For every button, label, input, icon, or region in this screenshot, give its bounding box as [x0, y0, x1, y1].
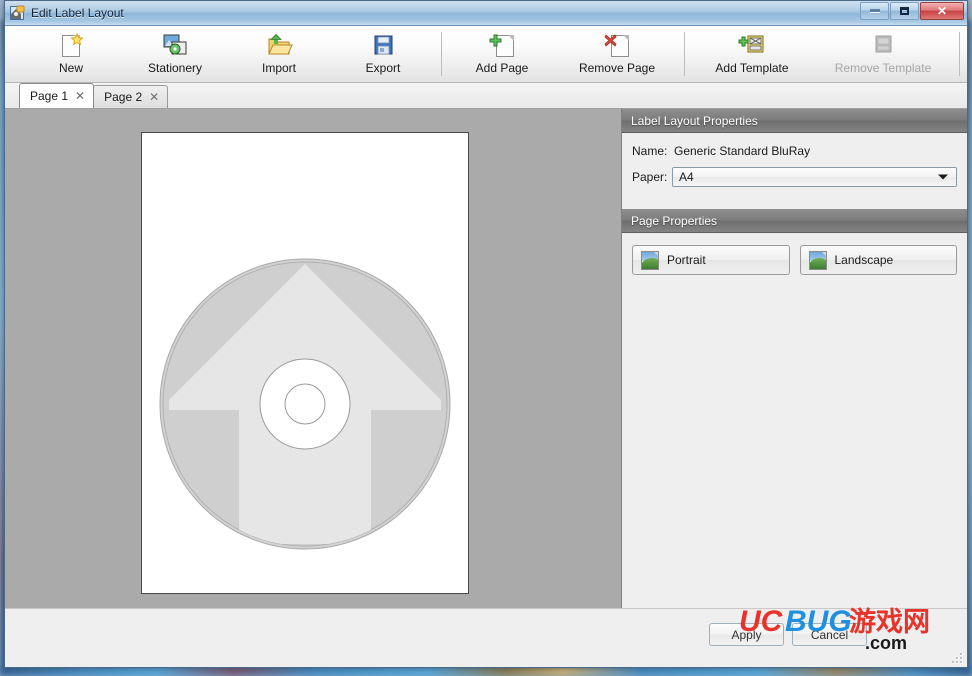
close-button[interactable]: ✕ [920, 2, 964, 20]
toolbar-button-export[interactable]: Export [331, 26, 435, 82]
maximize-icon [900, 7, 909, 15]
toolbar-separator [441, 32, 442, 76]
tab-page-2[interactable]: Page 2 ✕ [93, 85, 169, 108]
toolbar-label: Remove Page [578, 61, 656, 75]
toolbar-label: Remove Template [834, 61, 932, 75]
new-document-star-icon [57, 33, 85, 59]
toolbar-label: Stationery [147, 61, 203, 75]
landscape-image-icon [808, 250, 827, 270]
window-title: Edit Label Layout [31, 6, 124, 20]
toolbar-label: Add Page [475, 61, 529, 75]
bluray-disc-placeholder[interactable] [155, 254, 455, 554]
remove-template-icon [869, 33, 897, 59]
export-floppy-icon [369, 33, 397, 59]
portrait-label: Portrait [667, 253, 706, 267]
label-layout-properties-header: Label Layout Properties [622, 109, 967, 133]
label-layout-icon [9, 5, 25, 21]
paper-select-value: A4 [679, 170, 694, 184]
toolbar-button-import[interactable]: Import [227, 26, 331, 82]
window-body: Label Layout Properties Name: Generic St… [5, 109, 967, 639]
paper-select[interactable]: A4 [672, 167, 957, 187]
paper-label: Paper: [632, 170, 668, 184]
window-controls: ✕ [860, 2, 964, 20]
toolbar-button-add-template[interactable]: Add Template [691, 26, 813, 82]
tab-close-icon[interactable]: ✕ [75, 90, 85, 102]
name-label: Name: [632, 144, 668, 158]
resize-grip[interactable] [951, 652, 963, 664]
cancel-button[interactable]: Cancel [792, 623, 867, 646]
window-titlebar[interactable]: Edit Label Layout ✕ [5, 1, 967, 26]
toolbar-separator [684, 32, 685, 76]
edit-label-layout-window: Edit Label Layout ✕ New Stationery Impor… [4, 0, 968, 668]
properties-panel: Label Layout Properties Name: Generic St… [622, 109, 967, 639]
toolbar-button-stationery[interactable]: Stationery [123, 26, 227, 82]
minimize-button[interactable] [860, 2, 889, 20]
toolbar-button-remove-page[interactable]: Remove Page [556, 26, 678, 82]
toolbar-label: Export [365, 61, 401, 75]
toolbar-button-remove-template: Remove Template [813, 26, 953, 82]
add-template-icon [738, 33, 766, 59]
name-value: Generic Standard BluRay [674, 144, 811, 158]
main-toolbar: New Stationery Import Export Add Page Re… [5, 26, 967, 83]
import-folder-icon [265, 33, 293, 59]
name-row: Name: Generic Standard BluRay [622, 138, 967, 164]
stationery-icon [161, 33, 189, 59]
toolbar-label: Import [261, 61, 296, 75]
portrait-image-icon [641, 250, 659, 270]
portrait-button[interactable]: Portrait [632, 245, 790, 275]
paper-row: Paper: A4 [622, 164, 967, 190]
page-properties-header: Page Properties [622, 209, 967, 233]
toolbar-button-add-page[interactable]: Add Page [448, 26, 556, 82]
label-canvas[interactable] [5, 109, 622, 639]
toolbar-label: Add Template [715, 61, 789, 75]
toolbar-button-new[interactable]: New [19, 26, 123, 82]
toolbar-label: New [58, 61, 83, 75]
tab-label: Page 1 [30, 89, 69, 103]
apply-button[interactable]: Apply [709, 623, 784, 646]
page-tabstrip: Page 1 ✕ Page 2 ✕ [5, 83, 967, 109]
chevron-down-icon [938, 174, 948, 180]
landscape-label: Landscape [834, 253, 894, 267]
dialog-footer: Apply Cancel [5, 608, 967, 667]
tab-label: Page 2 [104, 90, 143, 104]
tab-close-icon[interactable]: ✕ [149, 91, 159, 103]
remove-page-icon [603, 33, 631, 59]
landscape-button[interactable]: Landscape [799, 245, 957, 275]
maximize-button[interactable] [890, 2, 919, 20]
label-page-sheet[interactable] [141, 132, 469, 594]
toolbar-separator [959, 32, 960, 76]
add-page-icon [488, 33, 516, 59]
minimize-icon [869, 9, 880, 13]
close-icon: ✕ [936, 4, 948, 18]
tab-page-1[interactable]: Page 1 ✕ [19, 83, 95, 108]
orientation-row: Portrait Landscape [622, 233, 967, 275]
